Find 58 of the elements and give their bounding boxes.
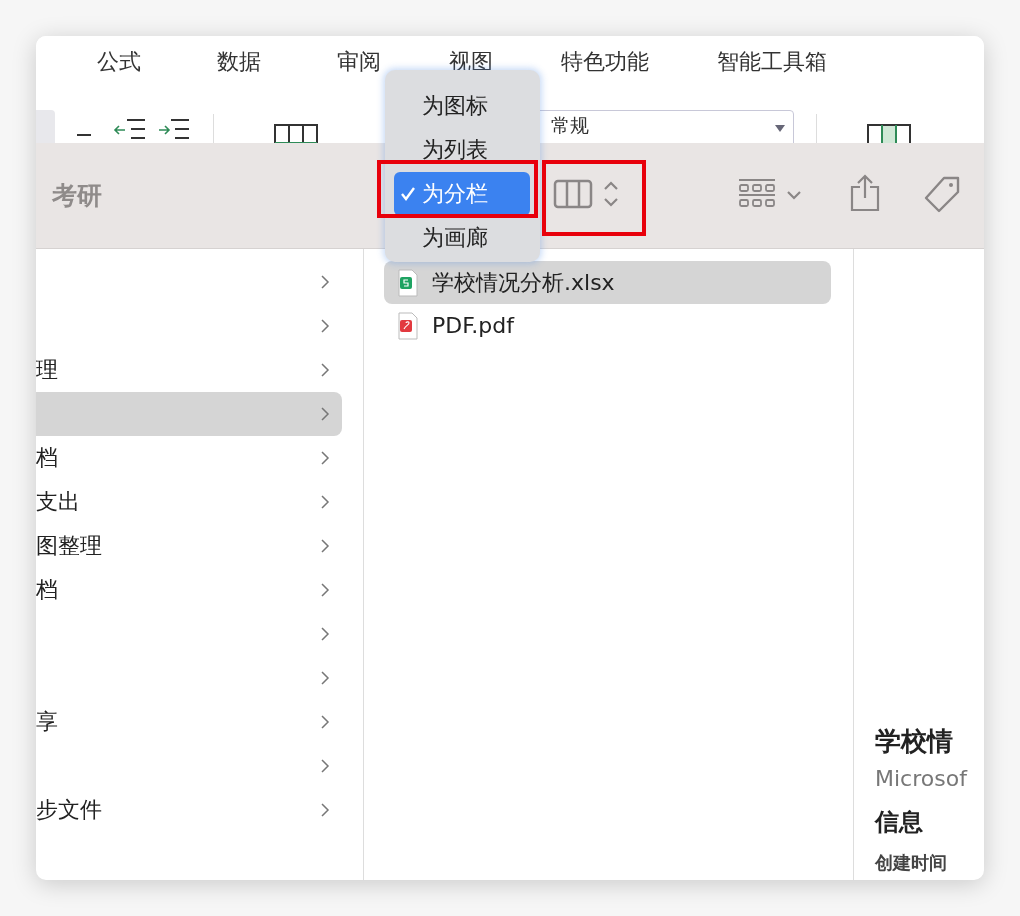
folder-row[interactable]: 享 — [36, 700, 342, 744]
folder-name: 理 — [36, 356, 58, 384]
file-name: 学校情况分析.xlsx — [432, 268, 615, 297]
chevron-right-icon — [320, 406, 330, 422]
chevron-right-icon — [320, 318, 330, 334]
pdf-file-icon — [398, 311, 418, 340]
folder-row[interactable]: 图整理 — [36, 524, 342, 568]
dropdown-arrow-icon — [775, 125, 785, 132]
view-mode-button[interactable] — [553, 179, 619, 209]
info-heading: 信息 — [875, 807, 923, 838]
ribbon-tab[interactable]: 智能工具箱 — [717, 46, 827, 88]
file-name: PDF.pdf — [432, 313, 514, 338]
spreadsheet-file-icon — [398, 268, 418, 297]
chevron-right-icon — [320, 802, 330, 818]
indent-icon[interactable] — [157, 118, 191, 140]
ribbon-tab[interactable]: 特色功能 — [561, 46, 649, 88]
columns-icon — [553, 179, 593, 209]
chevron-right-icon — [320, 626, 330, 642]
outdent-icon[interactable] — [113, 118, 147, 140]
preview-subtitle: Microsof — [875, 765, 967, 793]
share-icon[interactable] — [849, 174, 881, 212]
folder-name: 档 — [36, 444, 58, 472]
chevron-right-icon — [320, 538, 330, 554]
chevron-right-icon — [320, 582, 330, 598]
chevron-right-icon — [320, 450, 330, 466]
number-format-value: 常规 — [550, 113, 589, 138]
folder-title: 考研 — [52, 180, 102, 212]
chevron-right-icon — [320, 758, 330, 774]
field-label: 创建时间 — [875, 851, 947, 875]
folder-name: 步文件 — [36, 796, 102, 824]
menu-item[interactable]: 为分栏 — [394, 172, 530, 216]
chevron-right-icon — [320, 274, 330, 290]
preview-title: 学校情 — [875, 725, 953, 758]
chevron-right-icon — [320, 494, 330, 510]
menu-item[interactable]: 为画廊 — [394, 216, 530, 260]
checkmark-icon — [400, 186, 416, 202]
folder-row[interactable]: 理 — [36, 348, 342, 392]
tag-icon[interactable] — [922, 175, 962, 215]
minus-icon[interactable] — [77, 134, 91, 138]
folder-name: 图整理 — [36, 532, 102, 560]
ribbon-tab[interactable]: 数据 — [217, 46, 261, 88]
chevron-right-icon — [320, 670, 330, 686]
file-row[interactable]: 学校情况分析.xlsx — [384, 261, 831, 304]
folder-row[interactable]: 档 — [36, 568, 342, 612]
chevron-down-icon — [786, 190, 802, 200]
chevron-right-icon — [320, 362, 330, 378]
ribbon-tab[interactable]: 审阅 — [337, 46, 381, 88]
folder-name: 支出 — [36, 488, 80, 516]
folder-row[interactable]: 支出 — [36, 480, 342, 524]
table-icon[interactable] — [274, 124, 318, 144]
ribbon-tab[interactable]: 公式 — [97, 46, 141, 88]
folder-name: 档 — [36, 576, 58, 604]
file-row[interactable]: PDF.pdf — [384, 304, 831, 347]
folder-name: 享 — [36, 708, 58, 736]
up-down-chevron-icon — [603, 179, 619, 209]
folder-row[interactable]: 档 — [36, 436, 342, 480]
chevron-right-icon — [320, 714, 330, 730]
folder-row[interactable]: 步文件 — [36, 788, 342, 832]
